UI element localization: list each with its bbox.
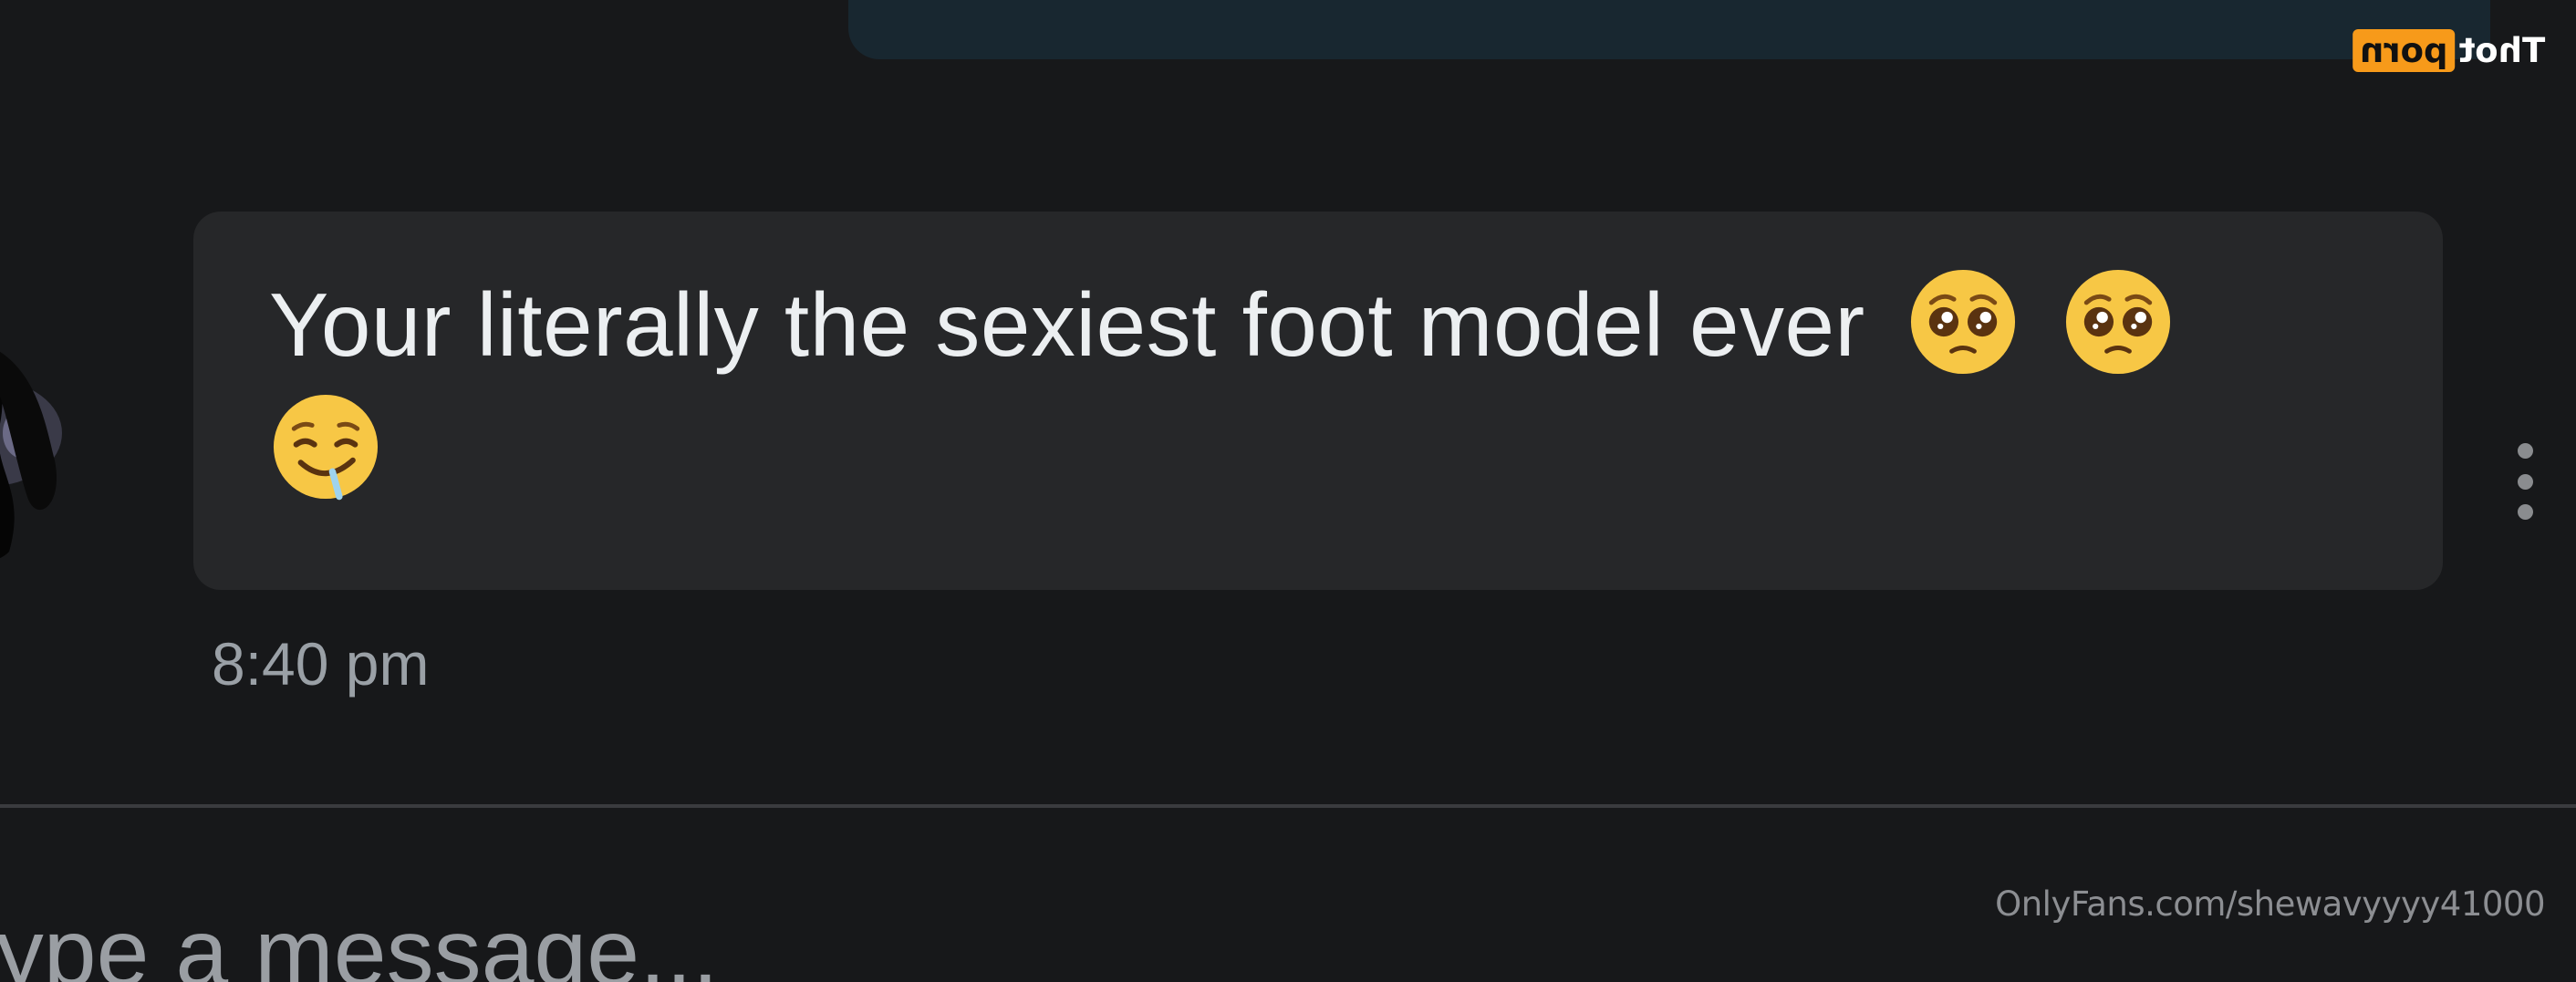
pleading-face-emoji-icon bbox=[1911, 270, 2016, 375]
pleading-face-emoji-icon bbox=[2066, 270, 2171, 375]
watermark-part-b: porn bbox=[2352, 28, 2456, 72]
previous-outgoing-message-bubble[interactable] bbox=[848, 0, 2490, 59]
watermark-part-a: Thot bbox=[2458, 30, 2545, 70]
dot bbox=[2517, 473, 2533, 490]
message-text: Your literally the sexiest foot model ev… bbox=[269, 274, 1865, 375]
dot bbox=[2517, 443, 2533, 459]
message-input[interactable] bbox=[0, 894, 1403, 982]
message-body: Your literally the sexiest foot model ev… bbox=[269, 264, 2385, 503]
message-timestamp: 8:40 pm bbox=[212, 630, 430, 698]
chat-screen: Thot porn Your literally the sexiest foo… bbox=[0, 0, 2576, 982]
avatar-scribbled[interactable] bbox=[0, 342, 73, 579]
dot bbox=[2517, 504, 2533, 520]
source-watermark: OnlyFans.com/shewavyyyy41000 bbox=[1995, 884, 2545, 924]
message-options-button[interactable] bbox=[2507, 443, 2543, 520]
site-watermark: Thot porn bbox=[2352, 27, 2545, 73]
drooling-face-emoji-icon bbox=[273, 394, 379, 501]
